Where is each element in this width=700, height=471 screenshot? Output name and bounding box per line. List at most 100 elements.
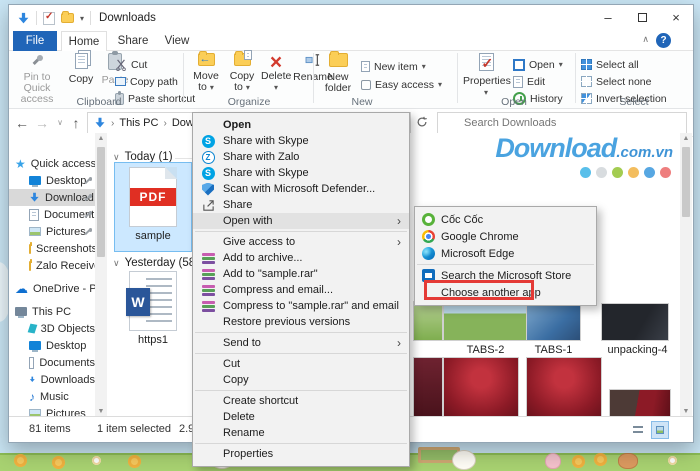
easy-access-button[interactable]: Easy access▾ [361,77,442,92]
pin-icon [83,176,92,185]
sidebar-item-3d-objects[interactable]: 3D Objects [9,320,95,337]
delete-icon: × [270,53,282,73]
refresh-button[interactable] [413,112,431,134]
edit-button[interactable]: Edit [513,74,545,89]
computer-icon [15,307,27,316]
menu-item-open[interactable]: Open [193,117,409,133]
menu-item-open-with[interactable]: Open with› [193,213,409,229]
sidebar-item-pictures[interactable]: Pictures [9,223,95,240]
new-folder-button[interactable]: Newfolder [319,53,357,94]
menu-item-add-to-archive[interactable]: Add to archive... [193,250,409,266]
file-label[interactable]: TABS-1 [511,344,596,356]
group-header-today[interactable]: ∨ Today (1) [113,151,173,163]
file-thumbnail-unpacking-4[interactable] [601,303,669,341]
menu-item-share-with-skype[interactable]: SShare with Skype [193,133,409,149]
cut-button[interactable]: Cut [115,57,147,72]
scroll-up-icon[interactable]: ▲ [95,133,107,145]
copy-path-button[interactable]: Copy path [115,74,178,89]
up-button[interactable]: ↑ [67,112,85,134]
sidebar-item-documents[interactable]: Document [9,206,95,223]
file-thumbnail[interactable] [413,357,443,416]
delete-button[interactable]: × Delete▾ [261,53,291,93]
submenu-item-coc-coc[interactable]: Cốc Cốc [415,211,596,228]
winrar-icon [202,252,215,265]
menu-item-restore-previous-versions[interactable]: Restore previous versions [193,314,409,330]
sidebar-item-zalo-received[interactable]: Zalo Receive [9,257,95,274]
qat-dropdown-icon[interactable]: ▾ [80,14,84,23]
sidebar-item-this-pc[interactable]: This PC [9,303,95,320]
submenu-item-microsoft-edge[interactable]: Microsoft Edge [415,245,596,262]
new-item-button[interactable]: New item▾ [361,59,426,74]
tab-share[interactable]: Share [111,31,155,51]
menu-item-create-shortcut[interactable]: Create shortcut [193,393,409,409]
file-thumbnail-tabs-2[interactable] [443,301,528,341]
menu-item-copy[interactable]: Copy [193,372,409,388]
menu-item-rename[interactable]: Rename [193,425,409,441]
menu-item-scan-with-defender[interactable]: Scan with Microsoft Defender... [193,181,409,197]
file-thumbnail[interactable] [413,301,443,341]
sidebar-item-downloads-2[interactable]: Downloads [9,371,95,388]
file-thumbnail-tabs-1[interactable] [526,301,581,341]
tab-file[interactable]: File [13,31,57,51]
file-thumbnail-burger-2[interactable] [526,357,602,416]
menu-item-compress-and-email[interactable]: Compress and email... [193,282,409,298]
menu-item-add-to-sample-rar[interactable]: Add to "sample.rar" [193,266,409,282]
breadcrumb-this-pc[interactable]: This PC [119,117,158,129]
forward-button[interactable]: → [33,112,51,134]
sidebar-item-downloads[interactable]: Download [9,189,95,206]
wallpaper-flower [52,456,65,469]
help-icon[interactable]: ? [656,33,671,48]
properties-button[interactable]: ✓ Properties▾ [463,53,509,98]
menu-item-properties[interactable]: Properties [193,446,409,462]
menu-item-share[interactable]: Share [193,197,409,213]
sidebar-item-documents-2[interactable]: Documents [9,354,95,371]
sidebar-item-onedrive[interactable]: ☁OneDrive - Per [9,280,95,297]
open-button[interactable]: Open▾ [513,57,563,72]
file-label[interactable]: unpacking-4 [595,344,680,356]
menu-item-share-with-zalo[interactable]: ZShare with Zalo [193,149,409,165]
sidebar-item-music[interactable]: ♪Music [9,388,95,405]
minimize-button[interactable]: – [591,5,625,29]
group-header-yesterday[interactable]: ∨ Yesterday (58) [113,257,199,269]
properties-qat-icon[interactable]: ✓ [43,12,55,25]
file-thumbnail-burger-3[interactable] [609,389,671,416]
sidebar-item-quick-access[interactable]: ★Quick access [9,155,95,172]
details-view-button[interactable] [629,421,647,439]
copy-to-button[interactable]: Copyto ▾ [225,53,259,93]
ribbon-collapse-icon[interactable]: ∧ [642,34,649,45]
menu-item-send-to[interactable]: Send to› [193,335,409,351]
select-all-button[interactable]: Select all [581,57,639,72]
search-input[interactable] [438,113,686,133]
main-scrollbar[interactable]: ▲ ▼ [680,133,692,418]
menu-item-share-with-skype-2[interactable]: SShare with Skype [193,165,409,181]
sidebar-item-screenshots[interactable]: Screenshots [9,240,95,257]
menu-item-give-access-to[interactable]: Give access to› [193,234,409,250]
back-button[interactable]: ← [13,112,31,134]
downloads-folder-icon [17,12,30,25]
file-thumbnail-burger-1[interactable] [443,357,519,416]
maximize-icon [638,13,647,22]
menu-item-compress-to-sample-rar-and-email[interactable]: Compress to "sample.rar" and email [193,298,409,314]
scrollbar-thumb[interactable] [97,147,105,257]
maximize-button[interactable] [625,5,659,29]
submenu-item-google-chrome[interactable]: Google Chrome [415,228,596,245]
sidebar-item-desktop-2[interactable]: Desktop [9,337,95,354]
select-none-button[interactable]: Select none [581,74,651,89]
tab-view[interactable]: View [157,31,197,51]
new-folder-qat-icon[interactable] [61,13,74,23]
menu-item-cut[interactable]: Cut [193,356,409,372]
move-to-button[interactable]: ← Moveto ▾ [189,53,223,93]
navigation-pane: ★Quick access Desktop Download Document … [9,133,95,418]
sidebar-item-desktop[interactable]: Desktop [9,172,95,189]
sidebar-scrollbar[interactable]: ▲ ▼ [95,133,107,418]
file-https1-word[interactable]: W https1 [115,269,191,355]
thumbnails-view-button[interactable] [651,421,669,439]
scroll-up-icon[interactable]: ▲ [680,133,692,145]
close-button[interactable]: × [659,5,693,29]
file-sample-pdf[interactable]: PDF sample [115,163,191,251]
tab-home[interactable]: Home [61,31,107,51]
menu-item-delete[interactable]: Delete [193,409,409,425]
document-icon [29,209,39,221]
scrollbar-thumb[interactable] [682,147,690,217]
copy-button[interactable]: Copy [65,53,97,85]
